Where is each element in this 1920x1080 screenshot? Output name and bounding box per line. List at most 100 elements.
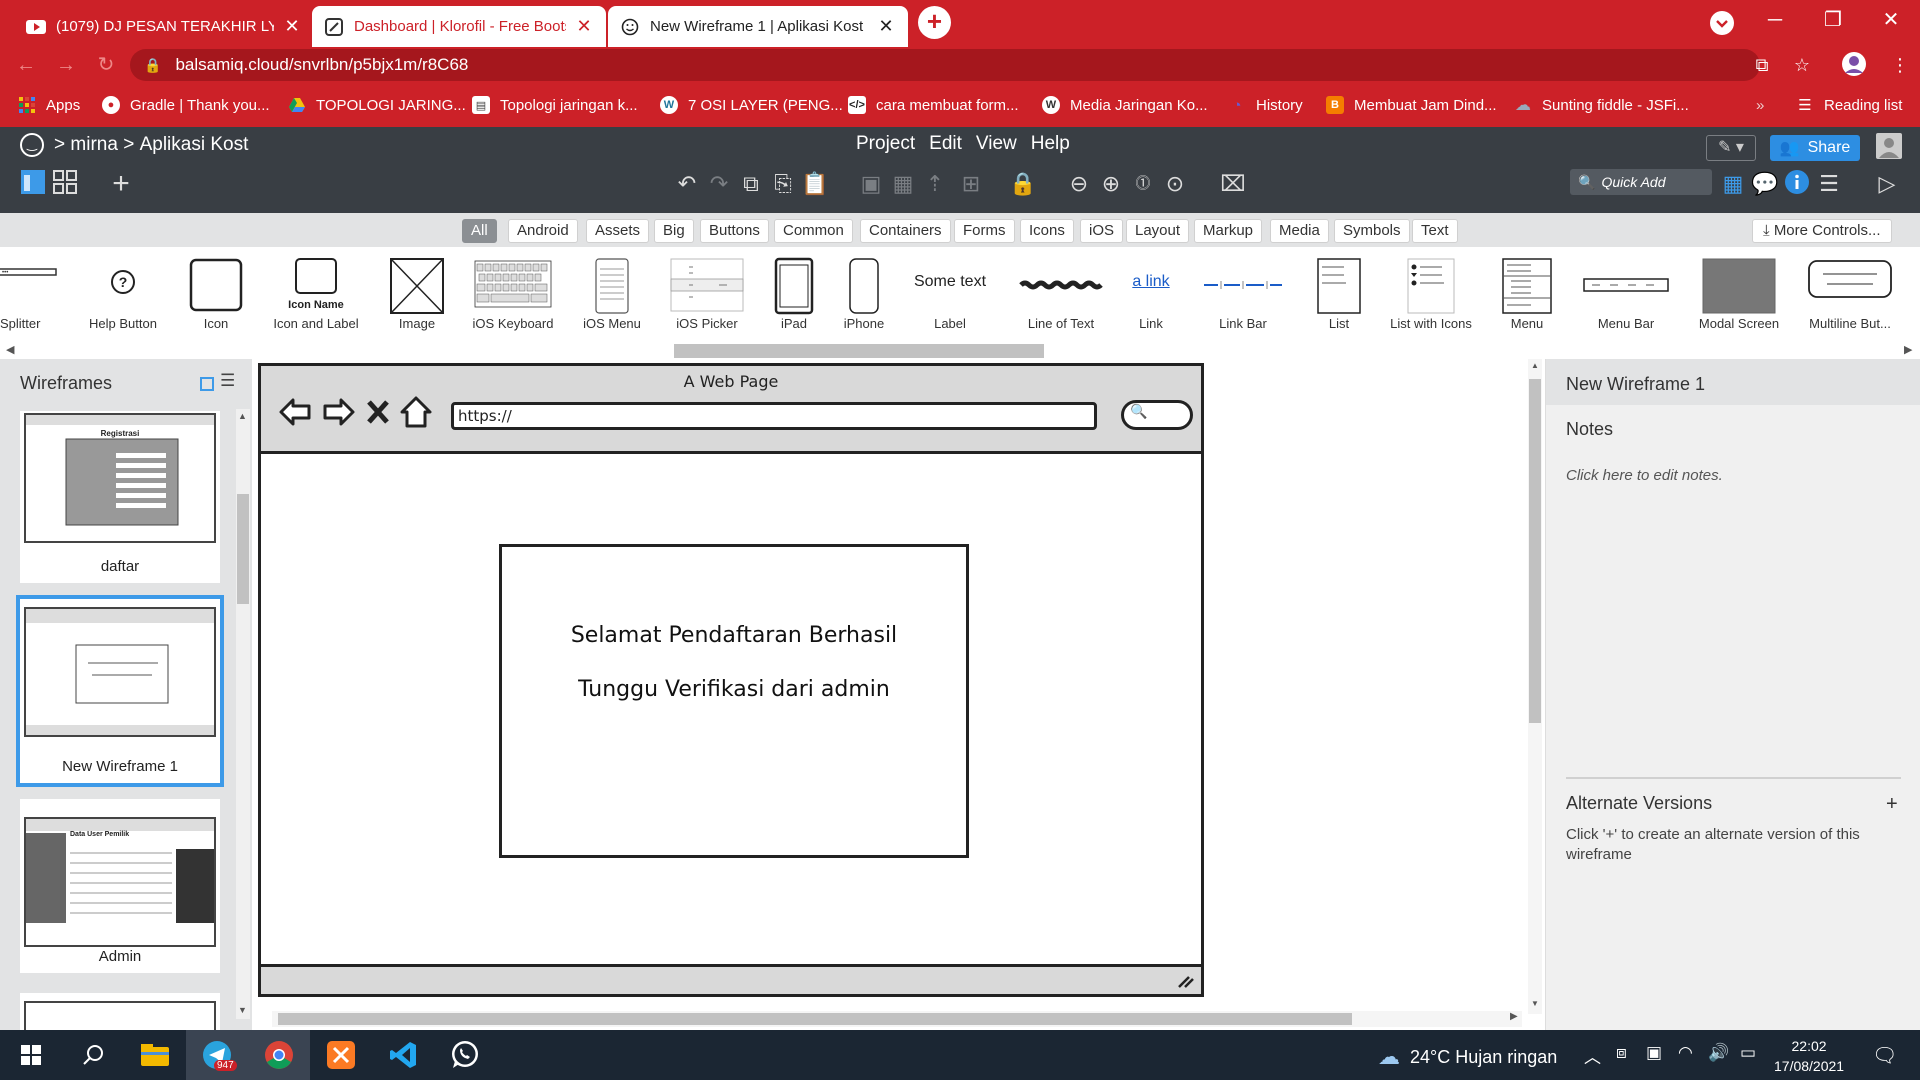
component-ipad[interactable]: iPad [770, 247, 818, 343]
zoom-actual-icon[interactable]: ⓵ [1128, 169, 1158, 199]
bookmark-gradle[interactable]: ● Gradle | Thank you... [102, 93, 270, 117]
wireframe-card-new-wireframe-1[interactable]: New Wireframe 1 [16, 595, 224, 787]
paste-icon[interactable]: ⎘ [768, 169, 798, 199]
redo-icon[interactable]: ↷ [704, 169, 734, 199]
system-tray-app-icon[interactable]: ▣ [1646, 1043, 1662, 1063]
component-image[interactable]: Image [380, 247, 454, 343]
close-icon[interactable]: ✕ [282, 16, 302, 37]
component-ios-picker[interactable]: iOS Picker [662, 247, 752, 343]
tab-klorofil[interactable]: Dashboard | Klorofil - Free Bootstrap ✕ [312, 6, 606, 47]
scrollbar-thumb[interactable] [1529, 379, 1541, 723]
component-multiline-button[interactable]: Multiline But... [1800, 247, 1900, 343]
lock-icon[interactable]: 🔒 [1008, 169, 1038, 199]
filter-all[interactable]: All [462, 219, 497, 243]
tab-search-icon[interactable] [1710, 11, 1734, 35]
component-line-of-text[interactable]: Line of Text [1014, 247, 1108, 343]
notes-field[interactable]: Click here to edit notes. [1566, 467, 1723, 484]
component-icon-and-label[interactable]: Icon Name Icon and Label [270, 247, 362, 343]
more-controls-button[interactable]: ⤓ More Controls... [1752, 219, 1892, 243]
undo-icon[interactable]: ↶ [672, 169, 702, 199]
bookmark-cara-membuat[interactable]: </> cara membuat form... [848, 93, 1019, 117]
bookmark-osi-layer[interactable]: W 7 OSI LAYER (PENG... [660, 93, 843, 117]
zoom-in-icon[interactable]: ⊕ [1096, 169, 1126, 199]
component-iphone[interactable]: iPhone [838, 247, 890, 343]
close-icon[interactable]: ✕ [574, 16, 594, 37]
single-view-icon[interactable] [18, 169, 48, 199]
component-label[interactable]: Some text Label [902, 247, 998, 343]
scrollbar-thumb[interactable] [237, 494, 249, 604]
bookmark-topologi[interactable]: TOPOLOGI JARING... [288, 93, 466, 117]
volume-icon[interactable]: 🔊 [1708, 1043, 1729, 1063]
chrome-icon[interactable] [248, 1030, 310, 1080]
copy-icon[interactable]: ⧉ [736, 169, 766, 199]
filter-big[interactable]: Big [654, 219, 694, 243]
menu-edit[interactable]: Edit [929, 133, 962, 155]
wireframe-card-admin[interactable]: Data User Pemilik Admin [20, 799, 220, 973]
user-avatar[interactable] [1876, 133, 1902, 159]
scroll-down-icon[interactable]: ▼ [238, 1005, 247, 1015]
component-list-with-icons[interactable]: List with Icons [1388, 247, 1474, 343]
component-modal-screen[interactable]: Modal Screen [1694, 247, 1784, 343]
scroll-right-icon[interactable]: ▶ [1510, 1011, 1518, 1022]
component-ios-keyboard[interactable]: iOS Keyboard [470, 247, 556, 343]
weather-widget[interactable]: ☁ 24°C Hujan ringan [1378, 1044, 1557, 1070]
scroll-down-icon[interactable]: ▼ [1531, 999, 1539, 1008]
filter-containers[interactable]: Containers [860, 219, 951, 243]
reload-icon[interactable]: ↻ [92, 51, 120, 79]
ui-library-icon[interactable]: ▦ [1718, 169, 1748, 199]
edit-mode-button[interactable]: ✎ ▾ [1706, 135, 1756, 161]
bookmark-media-jaringan[interactable]: W Media Jaringan Ko... [1042, 93, 1208, 117]
filter-android[interactable]: Android [508, 219, 578, 243]
bookmark-jsfiddle[interactable]: ☁ Sunting fiddle - JSFi... [1514, 93, 1689, 117]
canvas-vertical-scrollbar[interactable]: ▲ ▼ [1528, 359, 1542, 1014]
bookmark-history[interactable]: ◔ History [1228, 93, 1302, 117]
search-icon[interactable] [62, 1030, 124, 1080]
filter-symbols[interactable]: Symbols [1334, 219, 1410, 243]
component-link-bar[interactable]: Link Bar [1196, 247, 1290, 343]
system-clock[interactable]: 22:02 17/08/2021 [1774, 1036, 1844, 1076]
windows-start-icon[interactable] [0, 1030, 62, 1080]
bookmark-topologi-jaringan[interactable]: ▤ Topologi jaringan k... [472, 93, 638, 117]
list-view-icon[interactable]: ☰ [220, 371, 235, 391]
delete-clipboard-icon[interactable]: ⌧ [1218, 169, 1248, 199]
present-icon[interactable]: ▷ [1872, 169, 1902, 199]
component-list[interactable]: List [1310, 247, 1368, 343]
filter-markup[interactable]: Markup [1194, 219, 1263, 243]
component-strip-scrollbar[interactable]: ◀ ▶ [0, 343, 1920, 359]
vscode-icon[interactable] [372, 1030, 434, 1080]
close-window-icon[interactable]: ✕ [1862, 0, 1920, 40]
wireframe-card-daftar[interactable]: Registrasi daftar [20, 411, 220, 583]
thumbnail-view-icon[interactable] [200, 377, 214, 391]
grid-view-icon[interactable] [50, 169, 80, 199]
whatsapp-icon[interactable] [434, 1030, 496, 1080]
menu-view[interactable]: View [976, 133, 1017, 155]
component-splitter[interactable]: ••• Splitter [0, 247, 57, 343]
component-ios-menu[interactable]: iOS Menu [576, 247, 648, 343]
notifications-icon[interactable]: 🗨 [1872, 1043, 1897, 1068]
install-icon[interactable]: ⧉ [1748, 51, 1776, 79]
align-icon[interactable]: ⊞ [956, 169, 986, 199]
forward-icon[interactable]: → [52, 51, 80, 79]
filter-assets[interactable]: Assets [586, 219, 650, 243]
group-icon[interactable]: ▣ [856, 169, 886, 199]
close-icon[interactable]: ✕ [876, 16, 896, 37]
filter-media[interactable]: Media [1270, 219, 1329, 243]
add-alternate-button[interactable]: + [1886, 793, 1898, 816]
chrome-menu-icon[interactable]: ⋮ [1886, 51, 1914, 79]
zoom-out-icon[interactable]: ⊖ [1064, 169, 1094, 199]
balsamiq-logo-icon[interactable]: ‿ [20, 133, 44, 157]
breadcrumb-project[interactable]: Aplikasi Kost [140, 134, 249, 156]
scroll-left-icon[interactable]: ◀ [6, 343, 14, 356]
scroll-up-icon[interactable]: ▲ [1531, 361, 1539, 370]
menu-project[interactable]: Project [856, 133, 915, 155]
filter-icons[interactable]: Icons [1020, 219, 1074, 243]
url-input[interactable]: 🔒 balsamiq.cloud/snvrlbn/p5bjx1m/r8C68 [130, 49, 1760, 81]
bookmarks-overflow-icon[interactable]: » [1756, 93, 1764, 117]
wireframe-card-partial[interactable] [20, 993, 220, 1033]
filter-common[interactable]: Common [774, 219, 853, 243]
clipboard-icon[interactable]: 📋 [800, 169, 830, 199]
component-icon[interactable]: Icon [176, 247, 256, 343]
comments-icon[interactable]: 💬 [1750, 169, 1780, 199]
chevron-up-icon[interactable]: ︿ [1584, 1043, 1601, 1068]
scrollbar-thumb[interactable] [674, 344, 1044, 358]
